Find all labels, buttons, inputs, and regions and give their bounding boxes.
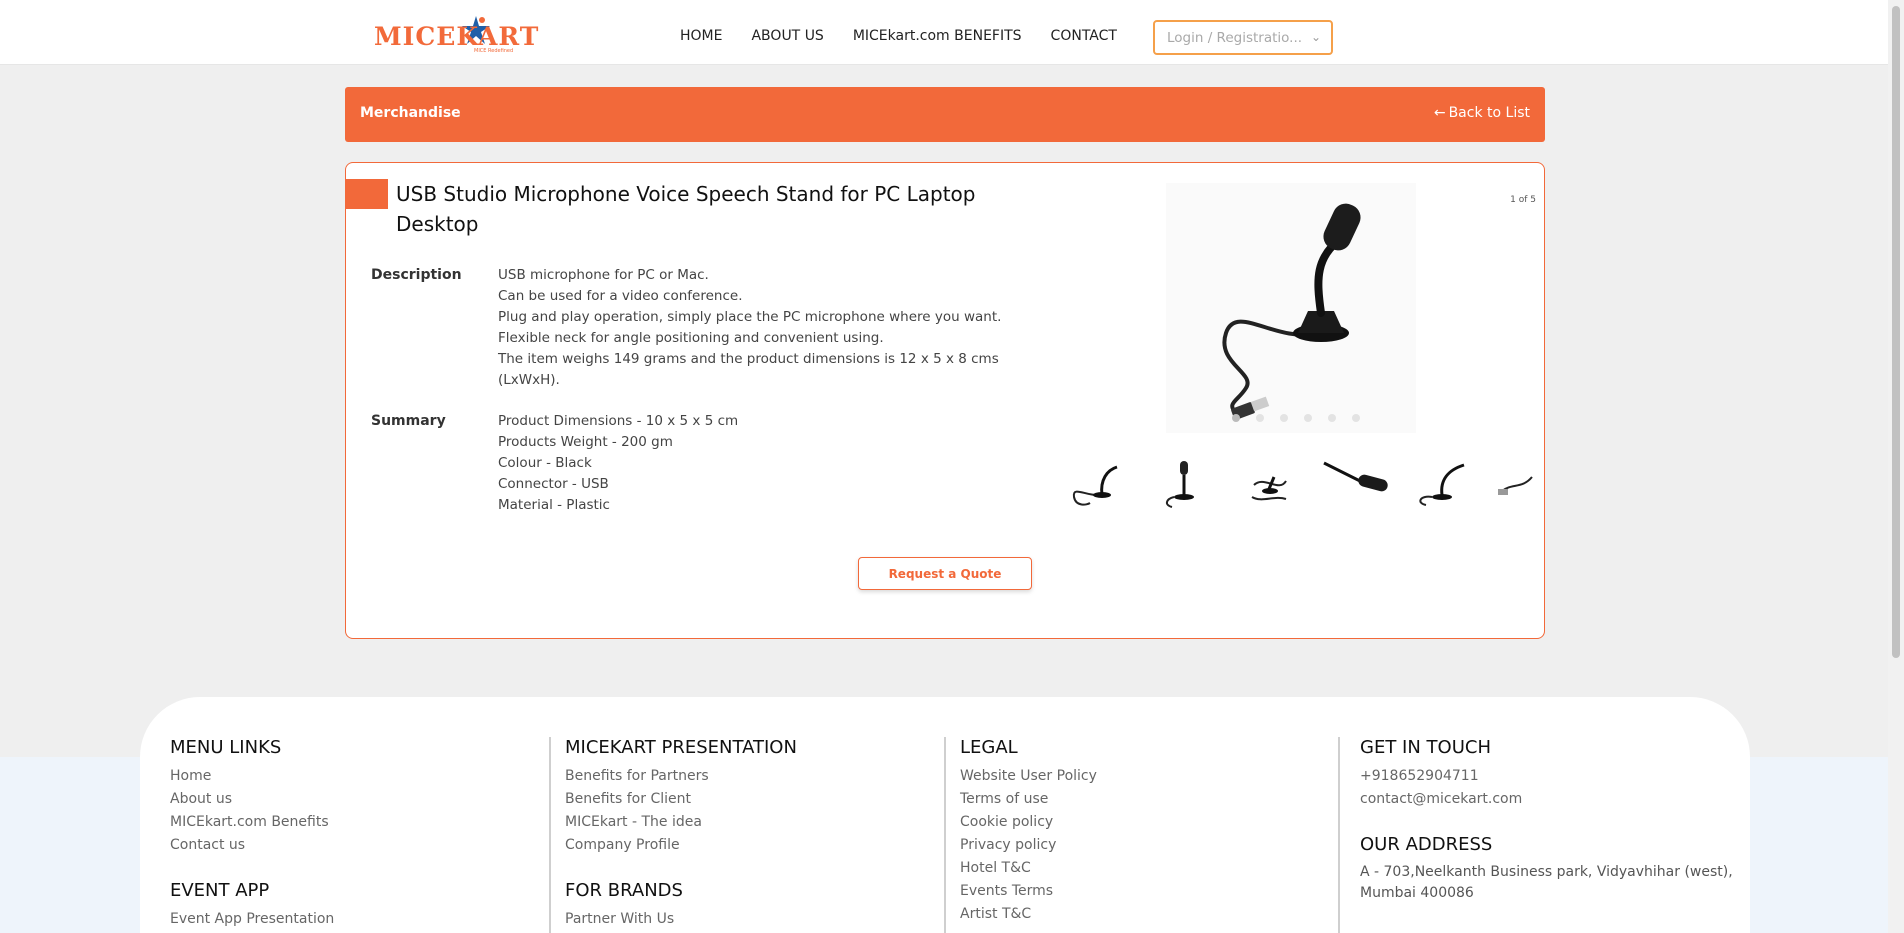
carousel-dot[interactable] — [1328, 414, 1336, 422]
footer-link-benefits[interactable]: MICEkart.com Benefits — [170, 811, 334, 834]
footer-link-idea[interactable]: MICEkart - The idea — [565, 811, 797, 834]
description-line: Plug and play operation, simply place th… — [498, 309, 1002, 325]
thumbnail-image[interactable] — [1492, 455, 1542, 511]
footer-phone[interactable]: +918652904711 — [1360, 765, 1740, 788]
footer-link-artist-tc[interactable]: Artist T&C — [960, 903, 1097, 926]
description-line: Flexible neck for angle positioning and … — [498, 330, 884, 346]
carousel-dots — [1232, 414, 1360, 422]
micekart-logo[interactable]: MICEKART MICE Redefined — [374, 14, 544, 54]
footer-link-hotel-tc[interactable]: Hotel T&C — [960, 857, 1097, 880]
summary-line: Connector - USB — [498, 476, 609, 492]
footer-heading: OUR ADDRESS — [1360, 834, 1493, 855]
footer-link-terms[interactable]: Terms of use — [960, 788, 1097, 811]
thumbnail-image[interactable] — [1406, 455, 1476, 511]
product-title: USB Studio Microphone Voice Speech Stand… — [396, 182, 976, 236]
footer-link-client[interactable]: Benefits for Client — [565, 788, 797, 811]
footer-address: A - 703,Neelkanth Business park, Vidyavh… — [1360, 864, 1733, 901]
summary-line: Colour - Black — [498, 455, 592, 471]
carousel-dot[interactable] — [1232, 414, 1240, 422]
image-counter: 1 of 5 — [1510, 195, 1536, 205]
description-text: USB microphone for PC or Mac. Can be use… — [498, 265, 1018, 391]
site-footer: MENU LINKS Home About us MICEkart.com Be… — [140, 697, 1750, 933]
thumbnail-strip — [1062, 455, 1542, 511]
footer-presentation: MICEKART PRESENTATION Benefits for Partn… — [549, 737, 797, 933]
footer-menu-links: MENU LINKS Home About us MICEkart.com Be… — [170, 737, 334, 931]
request-quote-button[interactable]: Request a Quote — [858, 557, 1032, 590]
footer-contact: GET IN TOUCH +918652904711 contact@micek… — [1338, 737, 1740, 933]
category-banner: Merchandise ← Back to List — [345, 87, 1545, 142]
logo-text: MICEKART — [374, 22, 540, 51]
footer-link-home[interactable]: Home — [170, 765, 334, 788]
footer-link-partner-with-us[interactable]: Partner With Us — [565, 908, 797, 931]
footer-link-partners[interactable]: Benefits for Partners — [565, 765, 797, 788]
footer-link-about[interactable]: About us — [170, 788, 334, 811]
nav-contact[interactable]: CONTACT — [1051, 28, 1117, 44]
thumbnail-image[interactable] — [1320, 455, 1390, 511]
top-navbar: MICEKART MICE Redefined HOME ABOUT US MI… — [0, 0, 1888, 65]
scrollbar-thumb[interactable] — [1892, 6, 1900, 658]
carousel-dot[interactable] — [1256, 414, 1264, 422]
category-title: Merchandise — [360, 105, 461, 121]
title-accent-tab — [346, 179, 388, 209]
footer-legal: LEGAL Website User Policy Terms of use C… — [944, 737, 1097, 933]
thumbnail-image[interactable] — [1148, 455, 1218, 511]
main-nav: HOME ABOUT US MICEkart.com BENEFITS CONT… — [680, 0, 1146, 72]
footer-heading: GET IN TOUCH — [1360, 737, 1491, 758]
summary-line: Material - Plastic — [498, 497, 610, 513]
page-scrollbar[interactable] — [1888, 0, 1904, 933]
summary-line: Product Dimensions - 10 x 5 x 5 cm — [498, 413, 739, 429]
description-line: USB microphone for PC or Mac. — [498, 267, 709, 283]
description-label: Description — [371, 267, 462, 283]
footer-link-cookie[interactable]: Cookie policy — [960, 811, 1097, 834]
product-card: USB Studio Microphone Voice Speech Stand… — [345, 162, 1545, 639]
footer-link-privacy[interactable]: Privacy policy — [960, 834, 1097, 857]
product-main-image[interactable] — [1166, 183, 1416, 433]
footer-link-user-policy[interactable]: Website User Policy — [960, 765, 1097, 788]
carousel-dot[interactable] — [1280, 414, 1288, 422]
nav-about-us[interactable]: ABOUT US — [751, 28, 823, 44]
description-line: (LxWxH). — [498, 372, 560, 388]
carousel-dot[interactable] — [1304, 414, 1312, 422]
footer-heading: EVENT APP — [170, 880, 270, 901]
footer-link-events-terms[interactable]: Events Terms — [960, 880, 1097, 903]
login-registration-dropdown[interactable]: Login / Registratio... ⌄ — [1153, 20, 1333, 55]
footer-link-company-profile[interactable]: Company Profile — [565, 834, 797, 857]
summary-label: Summary — [371, 413, 446, 429]
carousel-dot[interactable] — [1352, 414, 1360, 422]
summary-line: Products Weight - 200 gm — [498, 434, 673, 450]
footer-email[interactable]: contact@micekart.com — [1360, 788, 1740, 811]
back-to-list-link[interactable]: ← Back to List — [1434, 105, 1530, 121]
nav-benefits[interactable]: MICEkart.com BENEFITS — [853, 28, 1022, 44]
arrow-left-icon: ← — [1433, 105, 1446, 121]
description-line: Can be used for a video conference. — [498, 288, 743, 304]
footer-heading: MICEKART PRESENTATION — [565, 737, 797, 758]
footer-heading: FOR BRANDS — [565, 880, 683, 901]
nav-home[interactable]: HOME — [680, 28, 722, 44]
footer-link-contact[interactable]: Contact us — [170, 834, 334, 857]
footer-link-event-app[interactable]: Event App Presentation — [170, 908, 334, 931]
chevron-down-icon: ⌄ — [1310, 30, 1321, 44]
thumbnail-image[interactable] — [1062, 455, 1132, 511]
login-dropdown-label: Login / Registratio... — [1167, 29, 1303, 46]
footer-heading: LEGAL — [960, 737, 1018, 758]
back-to-list-label: Back to List — [1448, 105, 1530, 121]
logo-tagline: MICE Redefined — [474, 48, 514, 54]
description-line: The item weighs 149 grams and the produc… — [498, 351, 999, 367]
footer-heading: MENU LINKS — [170, 737, 282, 758]
summary-text: Product Dimensions - 10 x 5 x 5 cm Produ… — [498, 411, 1018, 516]
thumbnail-image[interactable] — [1234, 455, 1304, 511]
